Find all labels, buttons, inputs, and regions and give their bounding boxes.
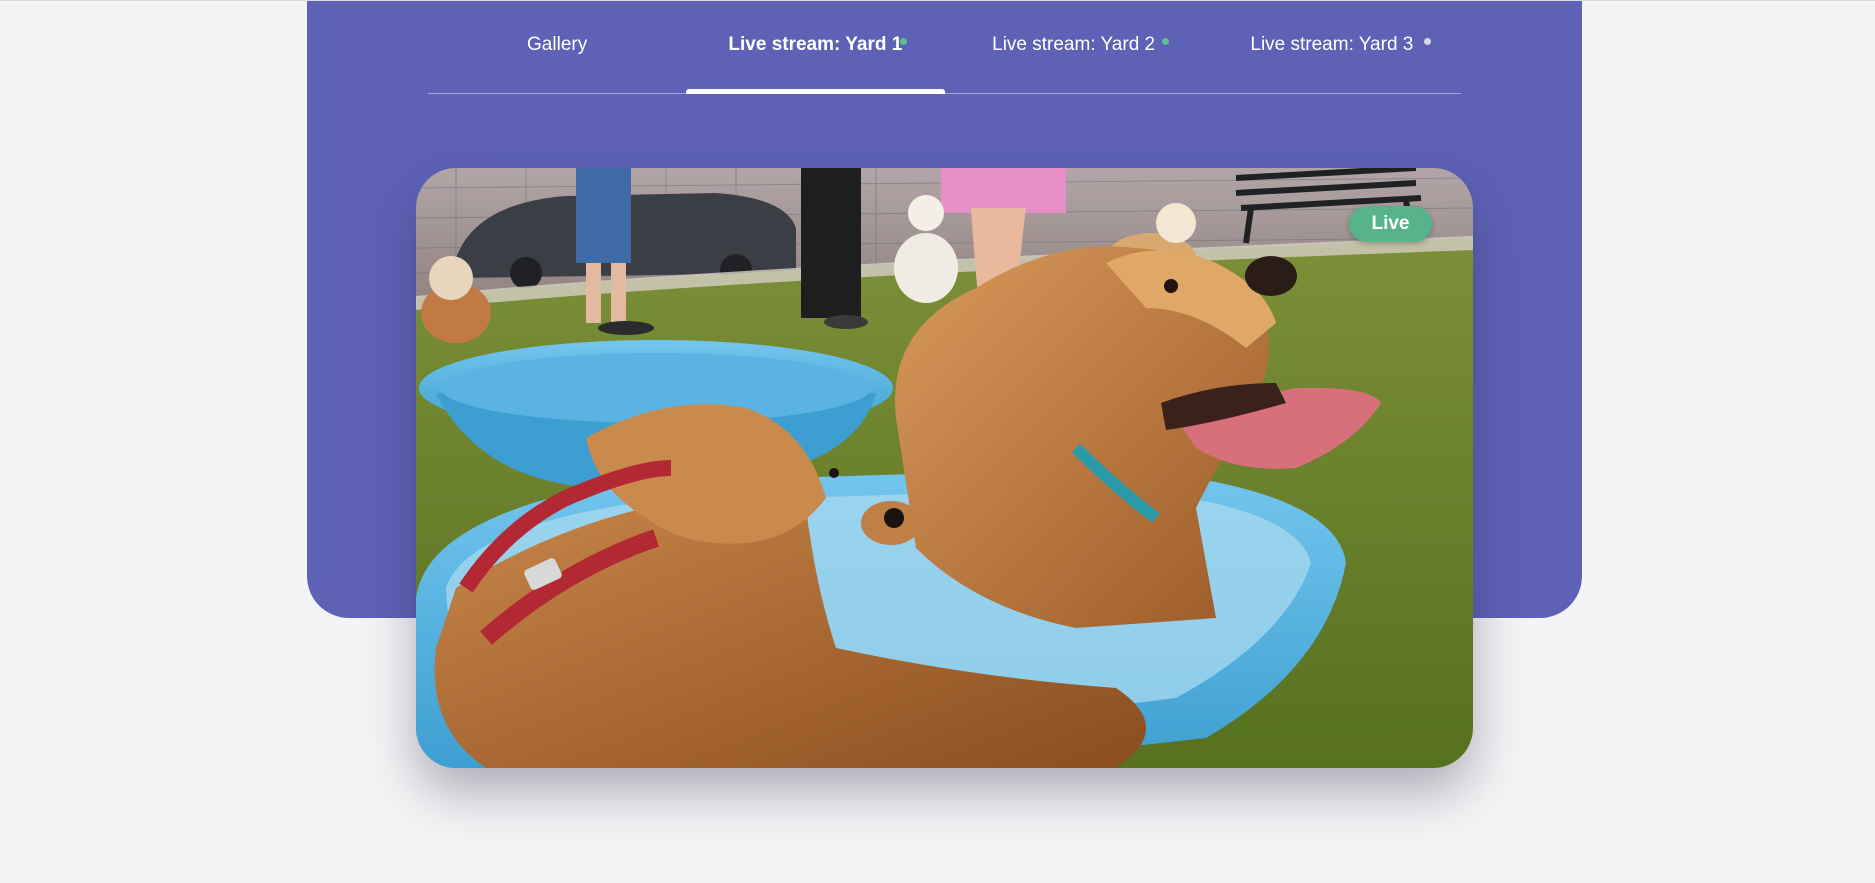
tab-live-yard-1-label: Live stream: Yard 1 (728, 34, 903, 55)
tab-live-yard-2-label: Live stream: Yard 2 (992, 34, 1156, 55)
status-online-dot (900, 38, 908, 45)
tab-gallery-label: Gallery (527, 34, 588, 55)
live-status-badge: Live (1349, 206, 1432, 242)
status-offline-dot (1423, 38, 1431, 45)
live-video-player[interactable] (416, 168, 1473, 768)
tab-gallery[interactable]: Gallery (428, 1, 686, 93)
tab-live-yard-2[interactable]: Live stream: Yard 2 (945, 1, 1203, 93)
status-online-dot (1161, 38, 1169, 45)
tab-live-yard-3-label: Live stream: Yard 3 (1250, 34, 1414, 55)
stream-tabs: Gallery Live stream: Yard 1 Live stream:… (428, 1, 1461, 94)
tab-live-yard-1[interactable]: Live stream: Yard 1 (686, 1, 945, 94)
video-frame-image (416, 168, 1473, 768)
tab-live-yard-3[interactable]: Live stream: Yard 3 (1203, 1, 1461, 93)
